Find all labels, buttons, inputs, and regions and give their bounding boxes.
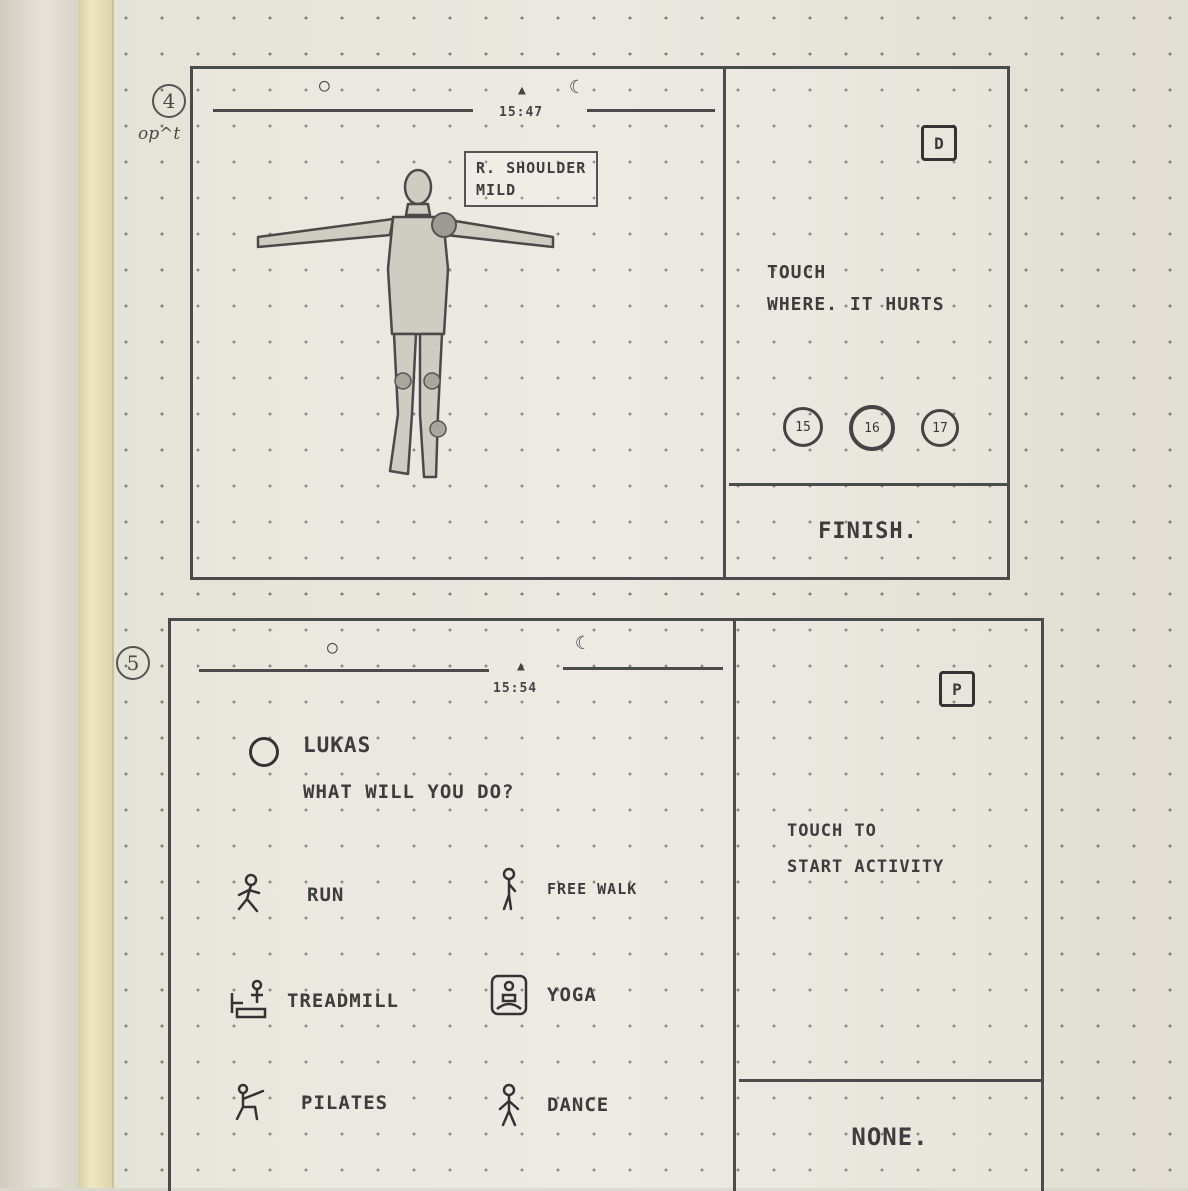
- none-button[interactable]: NONE.: [739, 1079, 1041, 1191]
- activity-pilates[interactable]: PILATES: [229, 1081, 388, 1125]
- activity-label: DANCE: [547, 1094, 610, 1116]
- status-clock: 15:47: [499, 105, 544, 120]
- body-head[interactable]: [403, 168, 433, 206]
- screen4-main-panel: ○ ▲ 15:47 ☾ R. SHOULDER MILD: [193, 69, 726, 577]
- activity-label: RUN: [307, 884, 345, 906]
- body-left-leg[interactable]: [418, 332, 444, 479]
- pain-tag[interactable]: R. SHOULDER MILD: [464, 151, 599, 207]
- pain-marker-knee-right[interactable]: [394, 372, 412, 390]
- moon-icon: ☾: [569, 77, 580, 98]
- finish-button[interactable]: FINISH.: [729, 483, 1007, 577]
- profile-badge[interactable]: D: [921, 125, 957, 161]
- margin-note: op^t: [138, 124, 181, 144]
- status-divider-left: [213, 109, 473, 112]
- prompt-line-2: WHERE. IT HURTS: [767, 294, 945, 315]
- notebook-page: 4 op^t ○ ▲ 15:47 ☾ R. SHOULDER MILD D TO…: [0, 0, 1188, 1191]
- pain-marker-shin[interactable]: [429, 420, 447, 438]
- activity-label: YOGA: [547, 984, 597, 1006]
- yoga-icon: [490, 974, 528, 1016]
- pain-location: R. SHOULDER: [476, 159, 587, 177]
- activity-dance[interactable]: DANCE: [489, 1083, 609, 1127]
- activity-label: PILATES: [301, 1092, 389, 1114]
- moon-icon: ☾: [575, 633, 586, 654]
- prompt-line-1: TOUCH TO: [787, 821, 877, 841]
- user-name: LUKAS: [303, 733, 372, 757]
- screen5-side-panel: P TOUCH TO START ACTIVITY NONE.: [739, 621, 1041, 1191]
- body-right-leg[interactable]: [388, 332, 418, 476]
- body-right-arm[interactable]: [256, 217, 395, 249]
- run-icon: [237, 873, 261, 913]
- screen4-device: ○ ▲ 15:47 ☾ R. SHOULDER MILD D TOUCH WHE…: [190, 66, 1010, 580]
- status-divider-right: [587, 109, 715, 112]
- body-map[interactable]: [248, 159, 568, 489]
- screen5-device: ○ ▲ 15:54 ☾ LUKAS WHAT WILL YOU DO? RUN …: [168, 618, 1044, 1191]
- pain-marker-knee-left[interactable]: [423, 372, 441, 390]
- body-left-arm[interactable]: [441, 217, 555, 249]
- prompt-line-2: START ACTIVITY: [787, 857, 945, 877]
- screen-number-4: 4: [152, 84, 186, 118]
- profile-badge[interactable]: P: [939, 671, 975, 707]
- sun-icon: ○: [327, 637, 338, 658]
- alarm-icon: ▲: [518, 83, 526, 98]
- screen-number-5: 5: [116, 646, 150, 680]
- activity-treadmill[interactable]: TREADMILL: [229, 979, 399, 1023]
- alarm-icon: ▲: [517, 659, 525, 674]
- screen4-prompt: TOUCH WHERE. IT HURTS: [767, 257, 945, 321]
- activity-label: FREE WALK: [547, 880, 638, 898]
- dance-icon: [498, 1083, 520, 1127]
- status-divider-right: [563, 667, 723, 670]
- status-clock: 15:54: [493, 681, 538, 696]
- pain-marker-shoulder[interactable]: [431, 212, 457, 238]
- pain-severity: MILD: [476, 181, 517, 199]
- activity-yoga[interactable]: YOGA: [489, 973, 597, 1017]
- walk-icon: [502, 867, 517, 911]
- page-edge: [78, 0, 114, 1188]
- prompt-line-1: TOUCH: [767, 262, 827, 283]
- day-button-15[interactable]: 15: [783, 407, 823, 447]
- screen5-main-panel: ○ ▲ 15:54 ☾ LUKAS WHAT WILL YOU DO? RUN …: [171, 621, 736, 1191]
- status-divider-left: [199, 669, 489, 672]
- activity-question: WHAT WILL YOU DO?: [303, 781, 515, 803]
- pilates-icon: [235, 1083, 265, 1121]
- day-button-16[interactable]: 16: [849, 405, 895, 451]
- screen5-prompt: TOUCH TO START ACTIVITY: [787, 813, 944, 885]
- sun-icon: ○: [319, 75, 330, 96]
- activity-free-walk[interactable]: FREE WALK: [489, 867, 637, 911]
- activity-run[interactable]: RUN: [229, 873, 344, 917]
- day-button-17[interactable]: 17: [921, 409, 959, 447]
- user-avatar[interactable]: [249, 737, 279, 767]
- treadmill-icon: [230, 979, 267, 1019]
- body-neck[interactable]: [404, 202, 432, 217]
- screen4-side-panel: D TOUCH WHERE. IT HURTS 15 16 17 FINISH.: [729, 69, 1007, 577]
- activity-label: TREADMILL: [287, 990, 399, 1012]
